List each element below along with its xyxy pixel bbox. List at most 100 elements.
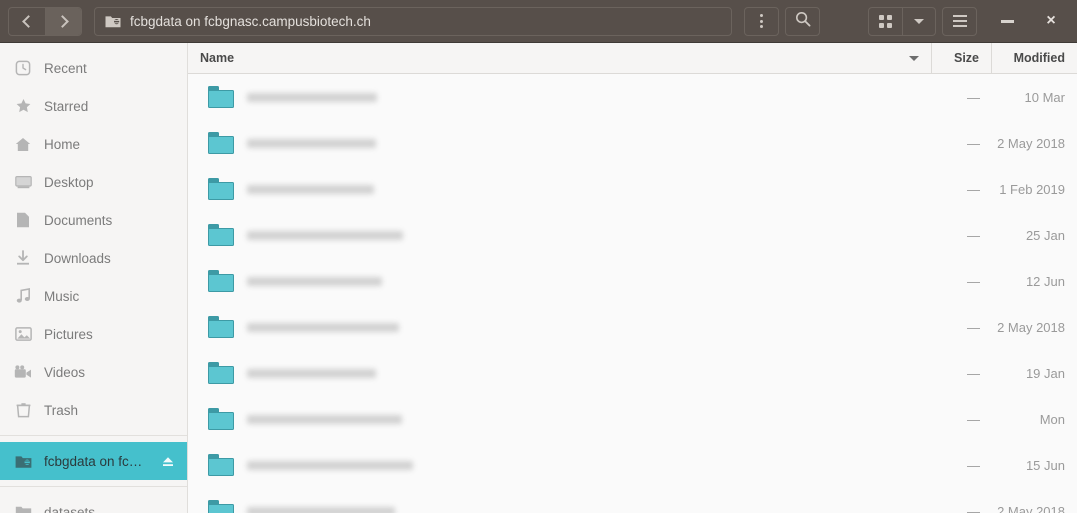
clock-icon [14,60,32,76]
sidebar-item-pictures[interactable]: Pictures [0,315,187,353]
file-name-cell [188,362,932,384]
table-row[interactable]: — Mon [188,396,1077,442]
column-header-size[interactable]: Size [932,43,992,73]
column-header-modified[interactable]: Modified [992,43,1077,73]
navigation-button-group [8,6,82,36]
file-name-cell [188,224,932,246]
file-modified-cell: Mon [1039,411,1065,427]
table-row[interactable]: — 1 Feb 2019 [188,166,1077,212]
file-name-label [247,184,374,194]
table-row[interactable]: — 25 Jan [188,212,1077,258]
file-size-cell: — [967,365,980,381]
minimize-button[interactable] [991,2,1023,40]
file-modified-cell: 10 Mar [1024,89,1065,105]
column-header-name[interactable]: Name [188,43,932,73]
sidebar-item-datasets[interactable]: datasets [0,493,187,513]
column-headers: Name Size Modified [188,43,1077,74]
sidebar-item-label: Starred [44,98,89,114]
column-header-size-label: Size [953,51,979,65]
file-name-cell [188,178,932,200]
folder-icon [208,500,234,513]
file-name-label [247,138,376,148]
folder-icon [208,316,234,338]
close-button[interactable]: × [1035,2,1067,40]
file-size-cell: — [967,89,980,105]
folder-icon [208,132,234,154]
chevron-right-icon [55,14,69,28]
minimize-icon [1000,19,1014,23]
folder-icon [208,224,234,246]
folder-icon [208,408,234,430]
sidebar-item-trash[interactable]: Trash [0,391,187,429]
sidebar-item-label: Pictures [44,326,93,342]
folder-icon [208,86,234,108]
file-browser-content: Name Size Modified — 10 Mar — 2 May 2018 — 1 … [188,43,1077,513]
sidebar-item-desktop[interactable]: Desktop [0,163,187,201]
sidebar-item-downloads[interactable]: Downloads [0,239,187,277]
sidebar-item-recent[interactable]: Recent [0,49,187,87]
sidebar: Recent Starred Home Desktop Documents Do… [0,43,188,513]
file-size-cell: — [967,411,980,427]
back-button[interactable] [9,8,45,35]
sidebar-item-label: Trash [44,402,79,418]
document-icon [14,212,32,228]
file-modified-cell: 2 May 2018 [997,319,1065,335]
picture-icon [14,327,32,341]
sidebar-item-label: Downloads [44,250,111,266]
column-header-modified-label: Modified [1013,51,1065,65]
grid-view-icon [879,14,892,28]
window-body: Recent Starred Home Desktop Documents Do… [0,43,1077,513]
file-size-cell: — [967,319,980,335]
eject-icon[interactable] [161,455,175,468]
forward-button[interactable] [45,7,81,35]
file-size-cell: — [967,181,980,197]
main-menu-button[interactable] [942,6,977,36]
file-modified-cell: 1 Feb 2019 [999,181,1065,197]
folder-icon [208,270,234,292]
file-name-label [247,460,413,470]
video-camera-icon [14,365,32,379]
sidebar-item-home[interactable]: Home [0,125,187,163]
sidebar-item-label: datasets [44,504,96,513]
grid-view-button[interactable] [868,6,903,36]
table-row[interactable]: — 15 Jun [188,442,1077,488]
folder-icon [208,362,234,384]
sidebar-divider [0,435,187,436]
sidebar-item-starred[interactable]: Starred [0,87,187,125]
sidebar-item-music[interactable]: Music [0,277,187,315]
table-row[interactable]: — 19 Jan [188,350,1077,396]
sidebar-item-label: Documents [44,212,113,228]
table-row[interactable]: — 10 Mar [188,74,1077,120]
file-list[interactable]: — 10 Mar — 2 May 2018 — 1 Feb 2019 — 25 Jan — 12 … [188,74,1077,513]
file-name-cell [188,132,932,154]
file-name-cell [188,408,932,430]
path-bar[interactable]: fcbgdata on fcbgnasc.campusbiotech.ch [94,6,732,36]
search-button[interactable] [785,6,820,36]
file-name-cell [188,500,932,513]
table-row[interactable]: — 2 May 2018 [188,488,1077,513]
file-size-cell: — [967,457,980,473]
view-options-button[interactable] [903,6,936,36]
sidebar-item-label: fcbgdata on fc… [44,453,143,469]
sidebar-item-fcbgdata-mount[interactable]: fcbgdata on fc… [0,442,187,480]
table-row[interactable]: — 12 Jun [188,258,1077,304]
file-name-cell [188,454,932,476]
folder-icon [208,454,234,476]
path-menu-button[interactable] [744,6,779,36]
sidebar-item-documents[interactable]: Documents [0,201,187,239]
sidebar-item-label: Desktop [44,174,94,190]
file-modified-cell: 12 Jun [1025,273,1065,289]
file-modified-cell: 15 Jun [1025,457,1065,473]
file-name-label [247,230,403,240]
search-icon [795,11,811,32]
file-modified-cell: 2 May 2018 [997,503,1065,513]
table-row[interactable]: — 2 May 2018 [188,120,1077,166]
header-bar: fcbgdata on fcbgnasc.campusbiotech.ch × [0,0,1077,43]
sidebar-item-label: Recent [44,60,87,76]
file-size-cell: — [967,135,980,151]
table-row[interactable]: — 2 May 2018 [188,304,1077,350]
file-name-cell [188,270,932,292]
sidebar-item-videos[interactable]: Videos [0,353,187,391]
column-header-name-label: Name [200,51,235,65]
file-modified-cell: 2 May 2018 [997,135,1065,151]
